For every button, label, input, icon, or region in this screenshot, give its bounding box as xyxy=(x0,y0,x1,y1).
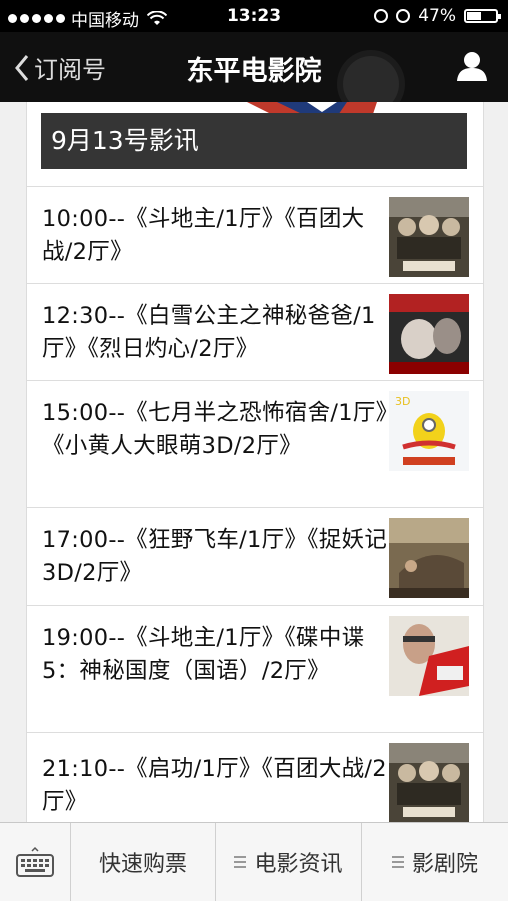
menu-icon xyxy=(234,853,247,871)
status-bar: 中国移动 13:23 47% xyxy=(0,0,508,32)
movie-poster-image xyxy=(389,197,469,277)
movie-poster-image: 3D xyxy=(389,391,469,471)
showtime-text: 17:00--《狂野飞车/1厅》《捉妖记3D/2厅》 xyxy=(42,527,388,586)
movie-news-tab[interactable]: 电影资讯 xyxy=(215,823,361,901)
menu-icon xyxy=(391,853,404,871)
showtime-text: 19:00--《斗地主/1厅》《碟中谍5：神秘国度（国语）/2厅》 xyxy=(42,625,365,684)
bottom-menu-bar: 快速购票 电影资讯 影剧院 xyxy=(0,822,508,901)
showtime-row[interactable]: 17:00--《狂野飞车/1厅》《捉妖记3D/2厅》 xyxy=(27,508,483,606)
movie-poster-image xyxy=(389,616,469,696)
status-right: 47% xyxy=(374,6,501,26)
showtime-row[interactable]: 15:00--《七月半之恐怖宿舍/1厅》《小黄人大眼萌3D/2厅》 3D xyxy=(27,381,483,508)
date-header: 9月13号影讯 xyxy=(41,113,467,169)
showtime-text: 12:30--《白雪公主之神秘爸爸/1厅》《烈日灼心/2厅》 xyxy=(42,303,376,362)
page-title: 东平电影院 xyxy=(186,56,322,87)
showtime-row[interactable]: 19:00--《斗地主/1厅》《碟中谍5：神秘国度（国语）/2厅》 xyxy=(27,606,483,733)
showtime-row[interactable]: 12:30--《白雪公主之神秘爸爸/1厅》《烈日灼心/2厅》 xyxy=(27,284,483,381)
showtime-text: 10:00--《斗地主/1厅》《百团大战/2厅》 xyxy=(42,206,365,265)
movie-news-label: 电影资讯 xyxy=(254,852,343,877)
svg-text:3D: 3D xyxy=(395,395,410,408)
showtime-row[interactable]: 21:10--《启功/1厅》《百团大战/2厅》 xyxy=(27,733,483,822)
movie-poster-image xyxy=(389,518,469,598)
theater-tab[interactable]: 影剧院 xyxy=(361,823,508,901)
article-content: 9月13号影讯 10:00--《斗地主/1厅》《百团大战/2厅》 12:30--… xyxy=(26,102,484,822)
quick-ticket-tab[interactable]: 快速购票 xyxy=(70,823,215,901)
battery-icon xyxy=(464,9,501,23)
quick-ticket-label: 快速购票 xyxy=(98,852,187,877)
user-icon[interactable] xyxy=(456,50,488,82)
showtime-row[interactable]: 10:00--《斗地主/1厅》《百团大战/2厅》 xyxy=(27,187,483,284)
keyboard-icon xyxy=(16,846,54,877)
nav-bar: 订阅号 东平电影院 xyxy=(0,32,508,112)
banner: 9月13号影讯 xyxy=(27,102,483,187)
movie-poster-image xyxy=(389,294,469,374)
rotation-lock-icon xyxy=(374,9,389,23)
alarm-icon xyxy=(396,9,411,23)
movie-poster-image xyxy=(389,743,469,822)
battery-fill xyxy=(467,12,482,20)
theater-label: 影剧院 xyxy=(411,852,478,877)
battery-percent: 47% xyxy=(418,6,456,26)
showtime-text: 21:10--《启功/1厅》《百团大战/2厅》 xyxy=(42,756,387,815)
keyboard-toggle-button[interactable] xyxy=(0,823,70,901)
showtime-text: 15:00--《七月半之恐怖宿舍/1厅》《小黄人大眼萌3D/2厅》 xyxy=(42,400,388,459)
